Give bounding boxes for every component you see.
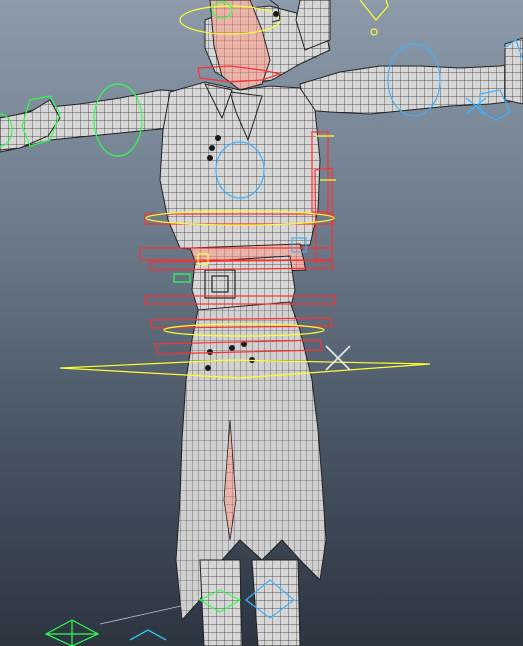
jacket-button <box>215 135 221 141</box>
head-mesh[interactable] <box>204 0 331 91</box>
scene <box>0 0 523 646</box>
skirt-button <box>229 345 235 351</box>
skirt-button <box>207 349 213 355</box>
jacket-button <box>209 145 215 151</box>
skirt-button <box>205 365 211 371</box>
jacket-button <box>207 155 213 161</box>
3d-viewport[interactable] <box>0 0 523 646</box>
skirt-mesh[interactable] <box>175 301 327 622</box>
locators[interactable] <box>325 345 351 371</box>
belt-buckle <box>204 269 236 299</box>
right-arm-mesh[interactable] <box>299 37 523 115</box>
